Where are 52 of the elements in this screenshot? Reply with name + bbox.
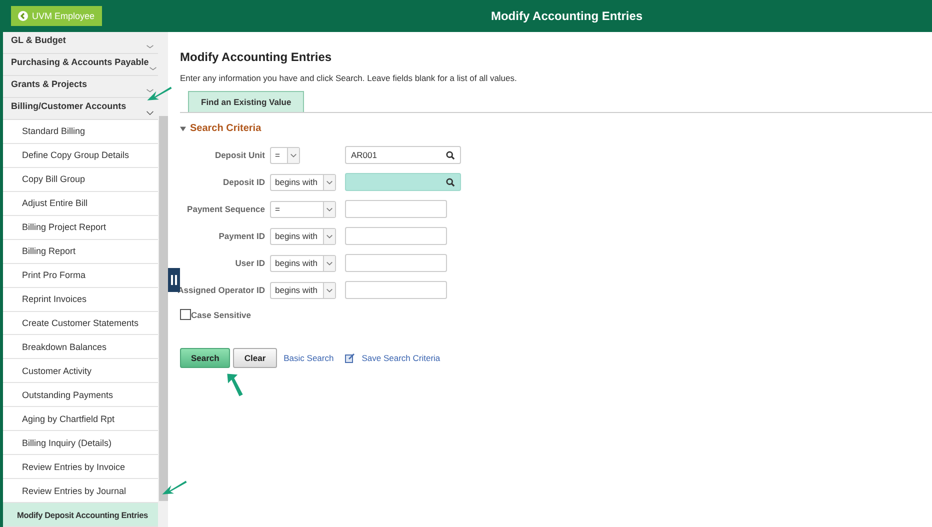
sidebar-category[interactable]: Grants & Projects: [3, 76, 158, 98]
checkbox-label: Case Sensitive: [191, 310, 252, 320]
instructions-text: Enter any information you have and click Search. Leave fields blank for a list of all values.: [180, 73, 518, 83]
input-field[interactable]: [345, 254, 447, 272]
operator-dropdown[interactable]: begins with: [270, 254, 336, 272]
chevron-icon: [326, 260, 333, 266]
chevron-icon: [146, 44, 154, 50]
field-label: Deposit Unit: [214, 150, 265, 160]
chevron-icon: [148, 66, 157, 72]
chevron-icon: [326, 288, 333, 292]
search-icon: [446, 150, 455, 160]
page-title: Modify Accounting Entries: [490, 9, 644, 23]
save-search-criteria-link[interactable]: Save Search Criteria: [362, 353, 440, 363]
input-field[interactable]: [345, 281, 447, 299]
operator-dropdown[interactable]: begins with: [270, 228, 336, 244]
operator-dropdown[interactable]: begins with: [270, 174, 336, 190]
sidebar-category[interactable]: GL & Budget: [3, 32, 158, 54]
section-header[interactable]: Search Criteria: [180, 123, 932, 134]
field-label: User ID: [235, 258, 265, 268]
page-heading: Modify Accounting Entries: [180, 50, 333, 64]
chevron-icon: [326, 180, 333, 184]
search-icon: [446, 178, 455, 186]
field-label: Deposit ID: [222, 177, 265, 187]
input-field[interactable]: [345, 173, 461, 191]
field-label: Payment Sequence: [187, 204, 265, 214]
chevron-icon: [326, 206, 333, 212]
field-label: Assigned Operator ID: [178, 285, 265, 295]
search-button[interactable]: Search: [180, 348, 230, 368]
collapse-handle-icon[interactable]: [168, 268, 180, 292]
chevron-icon: [290, 152, 297, 158]
save-icon[interactable]: [344, 353, 355, 363]
sidebar-category[interactable]: Billing/Customer Accounts: [3, 98, 158, 120]
sidebar-category[interactable]: Purchasing & Accounts Payable: [3, 54, 158, 76]
checkbox[interactable]: [180, 309, 191, 320]
tab[interactable]: Find an Existing Value: [188, 91, 304, 112]
triangle-icon: [180, 126, 186, 132]
operator-dropdown[interactable]: begins with: [270, 282, 336, 298]
field-label: Payment ID: [218, 231, 265, 241]
back-arrow-icon: [18, 11, 28, 21]
basic-search-link[interactable]: Basic Search: [284, 353, 334, 363]
callout-arrow-icon: [225, 372, 245, 398]
operator-dropdown[interactable]: =: [270, 146, 300, 164]
clear-button[interactable]: Clear: [233, 348, 277, 368]
chevron-icon: [146, 110, 154, 116]
input-field[interactable]: AR001: [345, 146, 461, 164]
chevron-icon: [146, 88, 154, 94]
input-field[interactable]: [345, 200, 447, 218]
operator-dropdown[interactable]: =: [270, 200, 336, 218]
sidebar-item[interactable]: Modify Deposit Accounting Entries: [3, 503, 158, 527]
chevron-icon: [326, 234, 333, 238]
input-field[interactable]: [345, 227, 447, 245]
scrollbar[interactable]: [158, 32, 168, 527]
